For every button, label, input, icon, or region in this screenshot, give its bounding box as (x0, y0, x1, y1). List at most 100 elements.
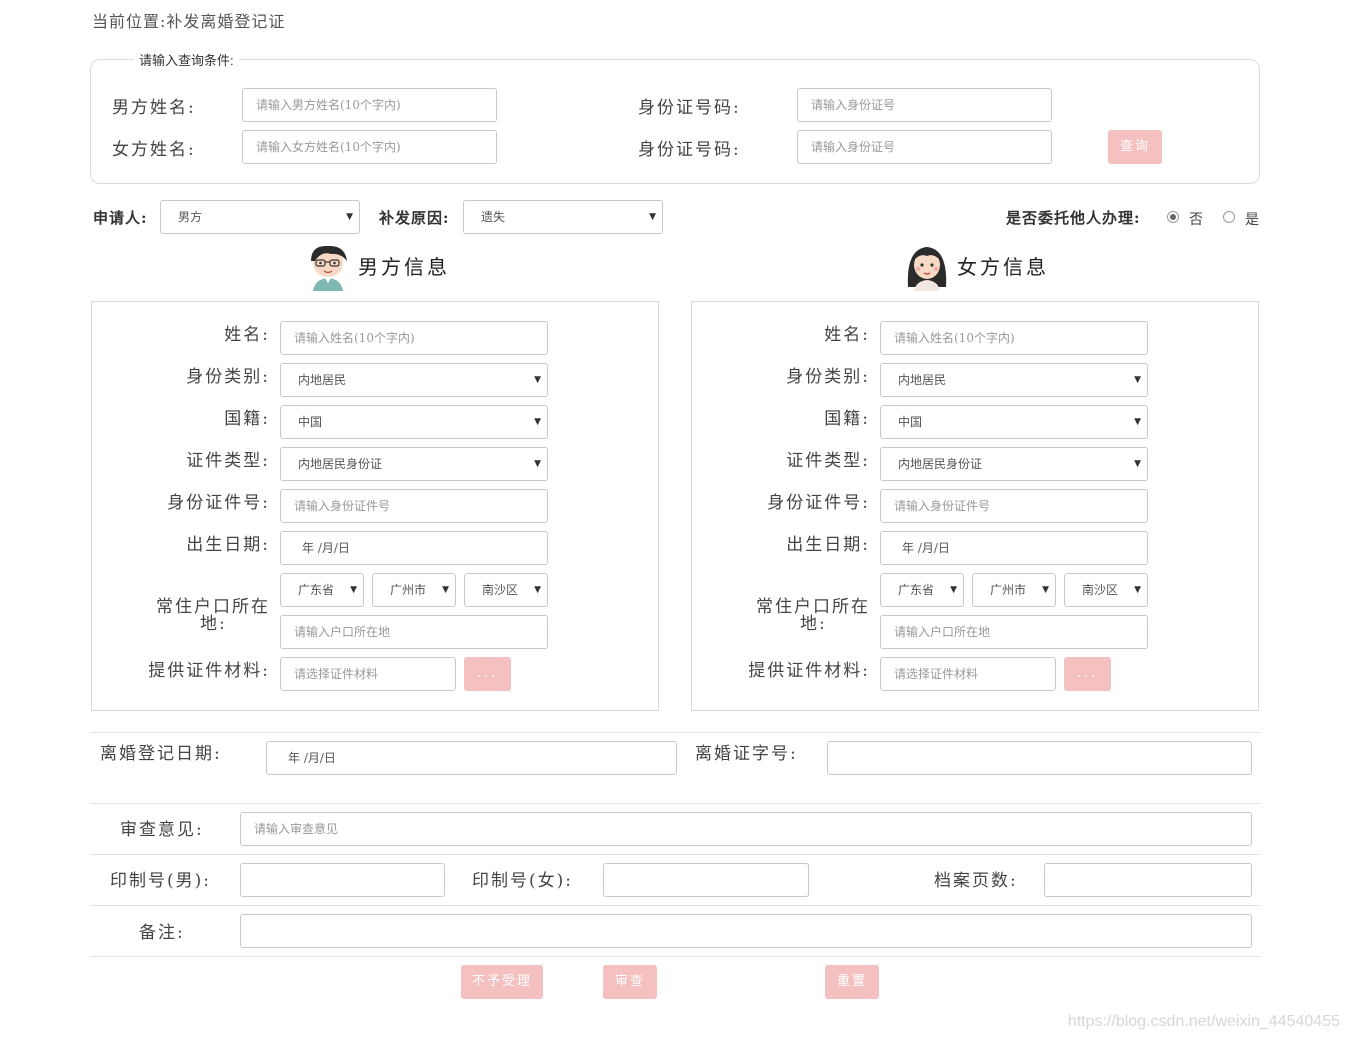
male-birth-date[interactable]: 年 /月/日 (280, 531, 548, 565)
query-legend: 请输入查询条件: (134, 50, 239, 69)
female-nationality-value: 中国 (898, 415, 923, 429)
chevron-down-icon: ▼ (534, 459, 541, 469)
male-nationality-value: 中国 (298, 415, 323, 429)
female-city-value: 广州市 (990, 583, 1027, 597)
female-category-label: 身份类别: (786, 367, 870, 387)
female-address-input[interactable]: 请输入户口所在地 (880, 615, 1148, 649)
divorce-date-label: 离婚登记日期: (100, 744, 222, 764)
reset-button[interactable]: 重置 (825, 965, 879, 999)
female-district-value: 南沙区 (1082, 583, 1119, 597)
cert-no-label: 离婚证字号: (695, 744, 798, 764)
applicant-label: 申请人: (93, 209, 148, 227)
female-avatar-icon (902, 243, 952, 291)
female-id-label: 身份证号码: (638, 140, 741, 160)
male-category-value: 内地居民 (298, 373, 347, 387)
male-name-label: 男方姓名: (112, 98, 196, 118)
print-female-label: 印制号(女): (472, 871, 573, 891)
female-material-input[interactable]: 请选择证件材料 (880, 657, 1056, 691)
remark-label: 备注: (139, 923, 185, 943)
review-input[interactable]: 请输入审查意见 (240, 812, 1252, 846)
chevron-down-icon: ▼ (1134, 375, 1141, 385)
entrust-yes-radio[interactable] (1223, 211, 1235, 223)
search-button[interactable]: 查询 (1108, 130, 1162, 164)
female-name-label: 女方姓名: (112, 140, 196, 160)
male-nationality-select[interactable]: 中国 ▼ (280, 405, 548, 439)
entrust-yes-label: 是 (1245, 212, 1259, 228)
male-address-input[interactable]: 请输入户口所在地 (280, 615, 548, 649)
male-name-input[interactable]: 请输入男方姓名(10个字内) (242, 88, 497, 122)
divider (90, 803, 1260, 804)
male-id-field-label: 身份证件号: (167, 493, 270, 513)
divider (90, 956, 1260, 957)
breadcrumb: 当前位置:补发离婚登记证 (92, 12, 286, 31)
applicant-select[interactable]: 男方 ▼ (160, 200, 360, 234)
print-female-input[interactable] (603, 863, 809, 897)
male-district-select[interactable]: 南沙区 ▼ (464, 573, 548, 607)
chevron-down-icon: ▼ (442, 585, 449, 595)
male-doctype-value: 内地居民身份证 (298, 457, 383, 471)
print-male-input[interactable] (240, 863, 445, 897)
entrust-no-label: 否 (1189, 212, 1203, 228)
chevron-down-icon: ▼ (346, 212, 353, 222)
female-province-value: 广东省 (898, 583, 935, 597)
chevron-down-icon: ▼ (534, 585, 541, 595)
chevron-down-icon: ▼ (534, 417, 541, 427)
cert-no-input[interactable] (827, 741, 1252, 775)
chevron-down-icon: ▼ (1042, 585, 1049, 595)
female-province-select[interactable]: 广东省 ▼ (880, 573, 964, 607)
female-name-input[interactable]: 请输入女方姓名(10个字内) (242, 130, 497, 164)
female-id-input[interactable]: 请输入身份证号 (797, 130, 1052, 164)
remark-input[interactable] (240, 914, 1252, 948)
male-category-select[interactable]: 内地居民 ▼ (280, 363, 548, 397)
female-section-title: 女方信息 (957, 255, 1049, 279)
male-category-label: 身份类别: (186, 367, 270, 387)
female-material-label: 提供证件材料: (748, 661, 870, 681)
male-district-value: 南沙区 (482, 583, 519, 597)
archive-pages-input[interactable] (1044, 863, 1252, 897)
archive-pages-label: 档案页数: (934, 871, 1018, 891)
female-name-field[interactable]: 请输入姓名(10个字内) (880, 321, 1148, 355)
female-birth-date[interactable]: 年 /月/日 (880, 531, 1148, 565)
reject-button[interactable]: 不予受理 (461, 965, 543, 999)
female-city-select[interactable]: 广州市 ▼ (972, 573, 1056, 607)
male-province-select[interactable]: 广东省 ▼ (280, 573, 364, 607)
male-material-input[interactable]: 请选择证件材料 (280, 657, 456, 691)
female-nationality-select[interactable]: 中国 ▼ (880, 405, 1148, 439)
male-section-title: 男方信息 (358, 255, 450, 279)
female-residence-label-2: 地: (800, 614, 827, 634)
male-id-input[interactable]: 请输入身份证号 (797, 88, 1052, 122)
chevron-down-icon: ▼ (950, 585, 957, 595)
divider (90, 854, 1260, 855)
female-nationality-label: 国籍: (824, 409, 870, 429)
male-nationality-label: 国籍: (224, 409, 270, 429)
female-id-field[interactable]: 请输入身份证件号 (880, 489, 1148, 523)
female-category-value: 内地居民 (898, 373, 947, 387)
male-id-field[interactable]: 请输入身份证件号 (280, 489, 548, 523)
chevron-down-icon: ▼ (1134, 585, 1141, 595)
chevron-down-icon: ▼ (1134, 417, 1141, 427)
female-doctype-select[interactable]: 内地居民身份证 ▼ (880, 447, 1148, 481)
reason-value: 遗失 (481, 210, 506, 224)
watermark: https://blog.csdn.net/weixin_44540455 (1067, 1013, 1340, 1030)
review-button[interactable]: 审查 (603, 965, 657, 999)
female-category-select[interactable]: 内地居民 ▼ (880, 363, 1148, 397)
male-id-label: 身份证号码: (638, 98, 741, 118)
male-name-field[interactable]: 请输入姓名(10个字内) (280, 321, 548, 355)
chevron-down-icon: ▼ (1134, 459, 1141, 469)
applicant-value: 男方 (178, 210, 203, 224)
male-birth-label: 出生日期: (186, 535, 270, 555)
male-browse-button[interactable]: ... (464, 657, 511, 691)
review-label: 审查意见: (120, 820, 204, 840)
male-city-select[interactable]: 广州市 ▼ (372, 573, 456, 607)
male-doctype-select[interactable]: 内地居民身份证 ▼ (280, 447, 548, 481)
reason-select[interactable]: 遗失 ▼ (463, 200, 663, 234)
male-city-value: 广州市 (390, 583, 427, 597)
entrust-no-radio[interactable] (1167, 211, 1179, 223)
male-material-label: 提供证件材料: (148, 661, 270, 681)
divorce-date-input[interactable]: 年 /月/日 (266, 741, 677, 775)
female-browse-button[interactable]: ... (1064, 657, 1111, 691)
female-district-select[interactable]: 南沙区 ▼ (1064, 573, 1148, 607)
female-birth-label: 出生日期: (786, 535, 870, 555)
female-id-field-label: 身份证件号: (767, 493, 870, 513)
print-male-label: 印制号(男): (110, 871, 211, 891)
